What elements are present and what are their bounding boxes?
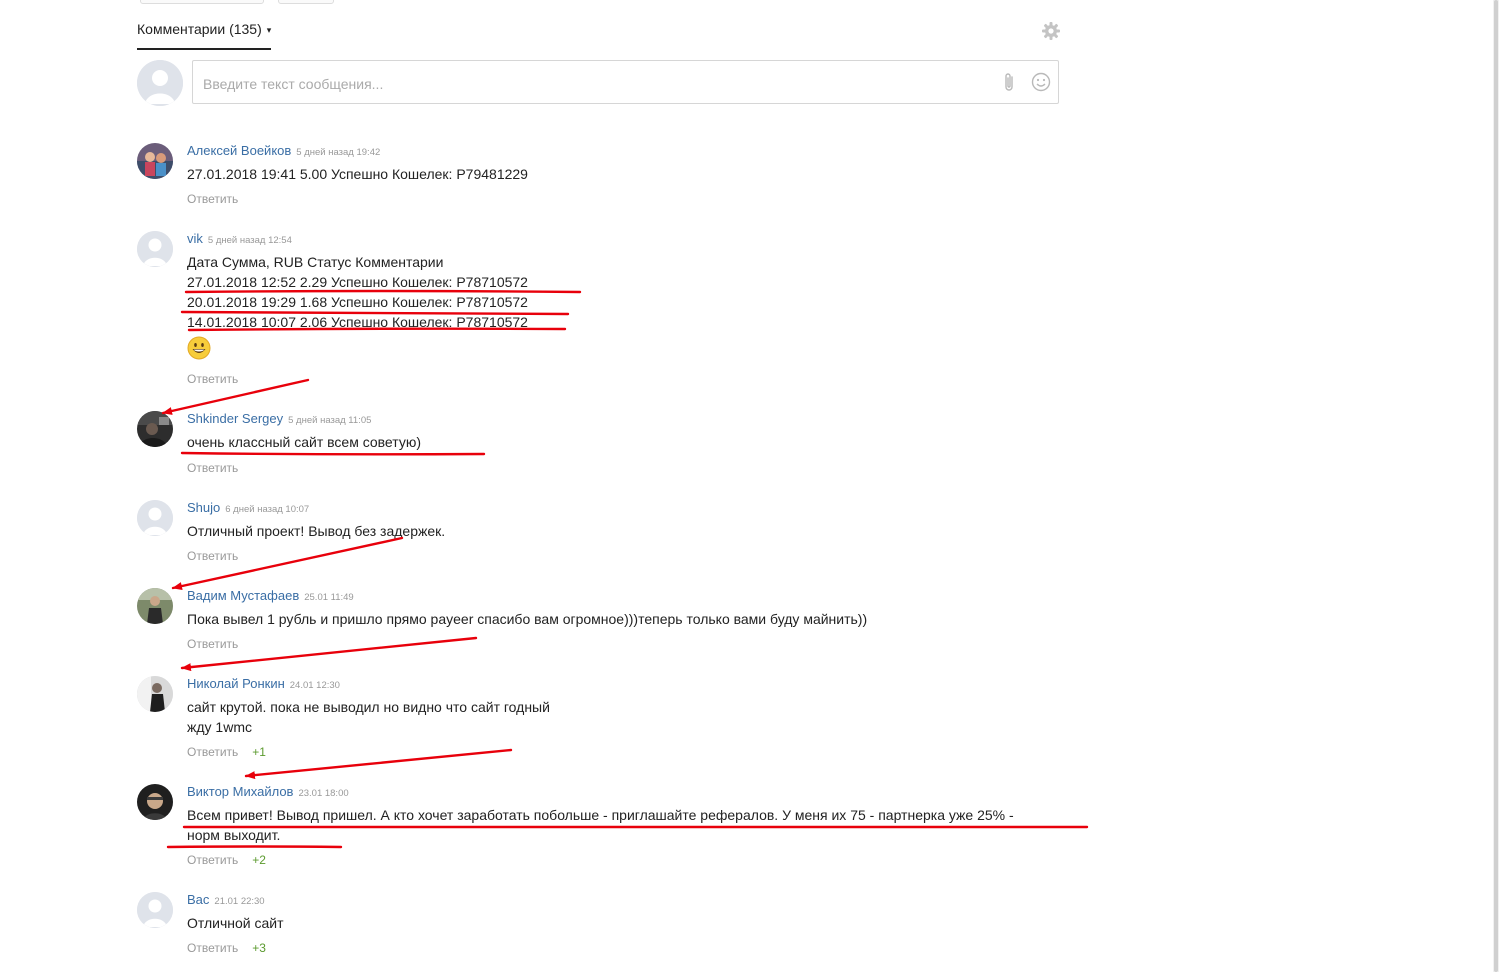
scrollbar[interactable] xyxy=(1493,0,1499,972)
avatar[interactable] xyxy=(137,231,173,267)
underline-mark xyxy=(180,451,486,456)
comment-timestamp[interactable]: 24.01 12:30 xyxy=(290,680,340,691)
comment-line: жду 1wmc xyxy=(187,719,252,735)
message-input-placeholder: Введите текст сообщения... xyxy=(203,76,384,92)
comment-meta: Николай Ронкин 24.01 12:30 xyxy=(187,675,340,693)
comment-timestamp[interactable]: 23.01 18:00 xyxy=(298,788,348,799)
comment-body: Дата Сумма, RUB Статус Комментарии 27.01… xyxy=(187,252,1067,365)
reply-button[interactable]: Ответить xyxy=(187,192,238,206)
comment-body: очень классный сайт всем советую) xyxy=(187,432,1067,452)
paperclip-icon[interactable] xyxy=(1002,72,1016,94)
comment-meta: vik 5 дней назад 12:54 xyxy=(187,230,292,248)
smiley-icon[interactable] xyxy=(1031,72,1051,92)
comment-timestamp[interactable]: 25.01 11:49 xyxy=(304,592,353,603)
comment-line: Пока вывел 1 рубль и пришло прямо payeer… xyxy=(187,611,868,627)
comment-line: 14.01.2018 10:07 2.06 Успешно Кошелек: P… xyxy=(187,314,528,330)
comment-actions: Ответить xyxy=(187,461,238,475)
avatar[interactable] xyxy=(137,588,173,624)
comment-body: Отличный проект! Вывод без задержек. xyxy=(187,521,1067,541)
comment-actions: Ответить +2 xyxy=(187,853,266,867)
comment-line: норм выходит. xyxy=(187,827,281,843)
comment-timestamp[interactable]: 6 дней назад 10:07 xyxy=(225,504,309,515)
reply-button[interactable]: Ответить xyxy=(187,637,238,651)
comment-author[interactable]: Алексей Воейков xyxy=(187,143,291,158)
comment-line: Отличный проект! Вывод без задержек. xyxy=(187,523,446,539)
comment-actions: Ответить xyxy=(187,372,238,386)
comment-line: Всем привет! Вывод пришел. А кто хочет з… xyxy=(187,807,1014,823)
comment-line: 27.01.2018 19:41 5.00 Успешно Кошелек: P… xyxy=(187,166,528,182)
message-input[interactable]: Введите текст сообщения... xyxy=(192,60,1059,104)
comment-meta: Shujo 6 дней назад 10:07 xyxy=(187,499,309,517)
avatar[interactable] xyxy=(137,784,173,820)
comment-actions: Ответить xyxy=(187,549,238,563)
comment-body: сайт крутой. пока не выводил но видно чт… xyxy=(187,697,1067,737)
comment-timestamp[interactable]: 5 дней назад 19:42 xyxy=(296,147,380,158)
comment-meta: Вадим Мустафаев 25.01 11:49 xyxy=(187,587,354,605)
arrow-mark xyxy=(171,536,404,590)
top-tab-stubs xyxy=(140,0,340,4)
avatar[interactable] xyxy=(137,500,173,536)
comment-body: Отличной сайт xyxy=(187,913,1067,933)
comment-meta: Вас 21.01 22:30 xyxy=(187,891,265,909)
comment-actions: Ответить +1 xyxy=(187,745,266,759)
comment-timestamp[interactable]: 21.01 22:30 xyxy=(214,896,264,907)
gear-icon[interactable] xyxy=(1041,21,1061,41)
comment-author[interactable]: Shujo xyxy=(187,500,220,515)
comment-line: очень классный сайт всем советую) xyxy=(187,434,421,450)
comment-author[interactable]: Вас xyxy=(187,892,209,907)
comment-meta: Алексей Воейков 5 дней назад 19:42 xyxy=(187,142,380,160)
comment-meta: Виктор Михайлов 23.01 18:00 xyxy=(187,783,349,801)
comment-author[interactable]: Николай Ронкин xyxy=(187,676,285,691)
scrollbar-thumb[interactable] xyxy=(1494,0,1498,972)
vote-count: +3 xyxy=(252,941,266,955)
comment-line: сайт крутой. пока не выводил но видно чт… xyxy=(187,699,550,715)
vote-count: +1 xyxy=(252,745,266,759)
grinning-emoji-icon xyxy=(187,336,211,360)
vote-count: +2 xyxy=(252,853,266,867)
comment-line: Дата Сумма, RUB Статус Комментарии xyxy=(187,254,444,270)
arrow-mark xyxy=(244,748,513,780)
comment-body: Пока вывел 1 рубль и пришло прямо payeer… xyxy=(187,609,1067,629)
comment-actions: Ответить xyxy=(187,637,238,651)
underline-mark xyxy=(166,845,343,849)
avatar[interactable] xyxy=(137,143,173,179)
reply-button[interactable]: Ответить xyxy=(187,549,238,563)
avatar[interactable] xyxy=(137,892,173,928)
comment-author[interactable]: vik xyxy=(187,231,203,246)
comment-line: Отличной сайт xyxy=(187,915,284,931)
reply-button[interactable]: Ответить xyxy=(187,461,238,475)
reply-button[interactable]: Ответить xyxy=(187,745,238,759)
current-user-avatar xyxy=(137,60,183,106)
comment-timestamp[interactable]: 5 дней назад 12:54 xyxy=(208,235,292,246)
reply-button[interactable]: Ответить xyxy=(187,372,238,386)
chevron-down-icon: ▾ xyxy=(266,25,272,35)
comment-meta: Shkinder Sergey 5 дней назад 11:05 xyxy=(187,410,371,428)
comments-tab-label: Комментарии (135) xyxy=(137,21,262,37)
comments-tab[interactable]: Комментарии (135) ▾ xyxy=(137,19,272,50)
comment-line: 20.01.2018 19:29 1.68 Успешно Кошелек: P… xyxy=(187,294,528,310)
avatar[interactable] xyxy=(137,676,173,712)
comment-body: Всем привет! Вывод пришел. А кто хочет з… xyxy=(187,805,1067,845)
comment-author[interactable]: Виктор Михайлов xyxy=(187,784,293,799)
comment-author[interactable]: Вадим Мустафаев xyxy=(187,588,299,603)
comment-actions: Ответить +3 xyxy=(187,941,266,955)
reply-button[interactable]: Ответить xyxy=(187,941,238,955)
comment-timestamp[interactable]: 5 дней назад 11:05 xyxy=(288,415,371,426)
comment-author[interactable]: Shkinder Sergey xyxy=(187,411,283,426)
comment-body: 27.01.2018 19:41 5.00 Успешно Кошелек: P… xyxy=(187,164,1067,184)
reply-button[interactable]: Ответить xyxy=(187,853,238,867)
comment-line: 27.01.2018 12:52 2.29 Успешно Кошелек: P… xyxy=(187,274,528,290)
comment-actions: Ответить xyxy=(187,192,238,206)
avatar[interactable] xyxy=(137,411,173,447)
